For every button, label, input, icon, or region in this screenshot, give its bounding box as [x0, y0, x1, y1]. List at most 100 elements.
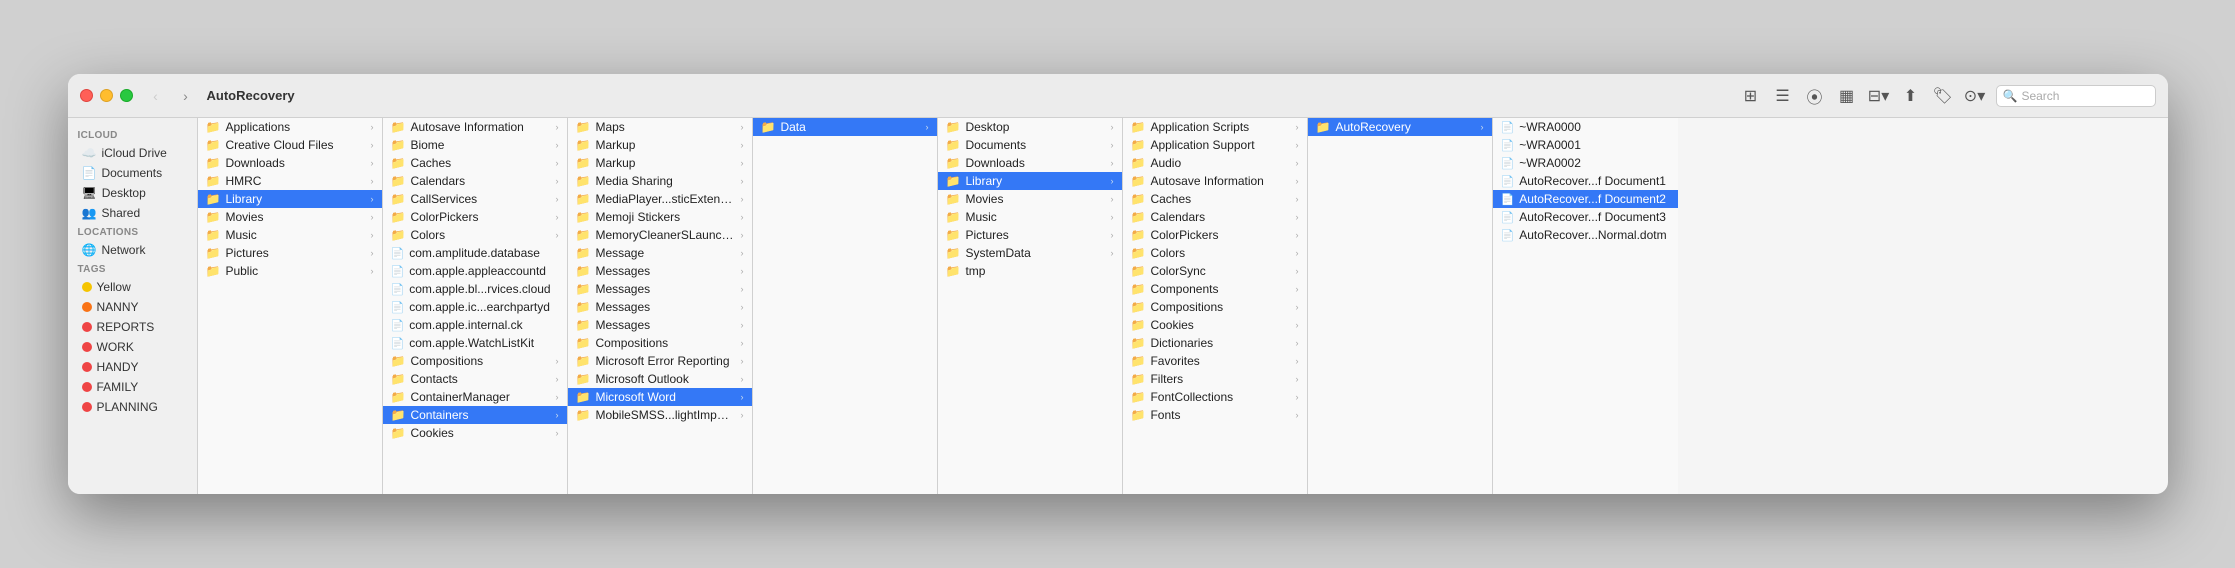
col-item-col8-0[interactable]: 📄~WRA0000: [1493, 118, 1678, 136]
col-item-col2-2[interactable]: 📁Caches›: [383, 154, 567, 172]
col-item-col5-7[interactable]: 📁SystemData›: [938, 244, 1122, 262]
close-button[interactable]: [80, 89, 93, 102]
col-item-col6-9[interactable]: 📁Components›: [1123, 280, 1307, 298]
col-item-col6-0[interactable]: 📁Application Scripts›: [1123, 118, 1307, 136]
col-item-col5-2[interactable]: 📁Downloads›: [938, 154, 1122, 172]
col-item-col2-12[interactable]: 📄com.apple.WatchListKit: [383, 334, 567, 352]
col-item-col3-16[interactable]: 📁MobileSMSS...lightImporter›: [568, 406, 752, 424]
col-item-col6-5[interactable]: 📁Calendars›: [1123, 208, 1307, 226]
icon-view-button[interactable]: ⊞: [1740, 85, 1762, 107]
col-item-col3-5[interactable]: 📁Memoji Stickers›: [568, 208, 752, 226]
col-item-col2-8[interactable]: 📄com.apple.appleaccountd: [383, 262, 567, 280]
col-item-col3-8[interactable]: 📁Messages›: [568, 262, 752, 280]
col-item-col5-6[interactable]: 📁Pictures›: [938, 226, 1122, 244]
col-item-col8-5[interactable]: 📄AutoRecover...f Document3: [1493, 208, 1678, 226]
sidebar-item-tag-work[interactable]: WORK: [72, 337, 193, 357]
col-item-col2-4[interactable]: 📁CallServices›: [383, 190, 567, 208]
col-item-col2-13[interactable]: 📁Compositions›: [383, 352, 567, 370]
col-item-col1-0[interactable]: 📁Applications›: [198, 118, 382, 136]
col-item-col2-10[interactable]: 📄com.apple.ic...earchpartyd: [383, 298, 567, 316]
col-item-col8-6[interactable]: 📄AutoRecover...Normal.dotm: [1493, 226, 1678, 244]
more-button[interactable]: ⊙▾: [1964, 85, 1986, 107]
col-item-col2-17[interactable]: 📁Cookies›: [383, 424, 567, 442]
maximize-button[interactable]: [120, 89, 133, 102]
tag-button[interactable]: 🏷: [1932, 85, 1954, 107]
minimize-button[interactable]: [100, 89, 113, 102]
col-item-col6-7[interactable]: 📁Colors›: [1123, 244, 1307, 262]
sidebar-item-shared[interactable]: 👥 Shared: [72, 203, 193, 223]
col-item-col2-1[interactable]: 📁Biome›: [383, 136, 567, 154]
back-button[interactable]: ‹: [143, 86, 169, 106]
col-item-col8-4[interactable]: 📄AutoRecover...f Document2: [1493, 190, 1678, 208]
col-item-col6-3[interactable]: 📁Autosave Information›: [1123, 172, 1307, 190]
sidebar-item-tag-reports[interactable]: REPORTS: [72, 317, 193, 337]
col-item-col1-6[interactable]: 📁Music›: [198, 226, 382, 244]
col-item-col6-8[interactable]: 📁ColorSync›: [1123, 262, 1307, 280]
col-item-col8-2[interactable]: 📄~WRA0002: [1493, 154, 1678, 172]
forward-button[interactable]: ›: [173, 86, 199, 106]
col-item-col6-12[interactable]: 📁Dictionaries›: [1123, 334, 1307, 352]
sidebar-item-network[interactable]: 🌐 Network: [72, 240, 193, 260]
col-item-col1-5[interactable]: 📁Movies›: [198, 208, 382, 226]
col-item-col2-11[interactable]: 📄com.apple.internal.ck: [383, 316, 567, 334]
col-item-col2-14[interactable]: 📁Contacts›: [383, 370, 567, 388]
col-item-col5-8[interactable]: 📁tmp: [938, 262, 1122, 280]
sidebar-item-tag-planning[interactable]: PLANNING: [72, 397, 193, 417]
col-item-col3-9[interactable]: 📁Messages›: [568, 280, 752, 298]
col-item-col1-2[interactable]: 📁Downloads›: [198, 154, 382, 172]
col-item-col1-8[interactable]: 📁Public›: [198, 262, 382, 280]
col-item-col3-15[interactable]: 📁Microsoft Word›: [568, 388, 752, 406]
col-item-col3-2[interactable]: 📁Markup›: [568, 154, 752, 172]
col-item-col6-2[interactable]: 📁Audio›: [1123, 154, 1307, 172]
col-item-col2-15[interactable]: 📁ContainerManager›: [383, 388, 567, 406]
col-item-col5-3[interactable]: 📁Library›: [938, 172, 1122, 190]
col-item-col3-0[interactable]: 📁Maps›: [568, 118, 752, 136]
column-view-button[interactable]: ⦿: [1804, 85, 1826, 107]
col-item-col3-11[interactable]: 📁Messages›: [568, 316, 752, 334]
col-item-col6-11[interactable]: 📁Cookies›: [1123, 316, 1307, 334]
sidebar-item-icloud-drive[interactable]: ☁️ iCloud Drive: [72, 143, 193, 163]
col-item-col6-6[interactable]: 📁ColorPickers›: [1123, 226, 1307, 244]
sidebar-item-tag-family[interactable]: FAMILY: [72, 377, 193, 397]
col-item-col5-4[interactable]: 📁Movies›: [938, 190, 1122, 208]
col-item-col7-0[interactable]: 📁AutoRecovery›: [1308, 118, 1492, 136]
col-item-col1-3[interactable]: 📁HMRC›: [198, 172, 382, 190]
col-item-col2-6[interactable]: 📁Colors›: [383, 226, 567, 244]
sidebar-item-documents[interactable]: 📄 Documents: [72, 163, 193, 183]
col-item-col6-13[interactable]: 📁Favorites›: [1123, 352, 1307, 370]
col-item-col2-0[interactable]: 📁Autosave Information›: [383, 118, 567, 136]
col-item-col3-4[interactable]: 📁MediaPlayer...sticExtension›: [568, 190, 752, 208]
col-item-col3-7[interactable]: 📁Message›: [568, 244, 752, 262]
col-item-col8-3[interactable]: 📄AutoRecover...f Document1: [1493, 172, 1678, 190]
sidebar-item-tag-nanny[interactable]: NANNY: [72, 297, 193, 317]
col-item-col2-5[interactable]: 📁ColorPickers›: [383, 208, 567, 226]
col-item-col3-3[interactable]: 📁Media Sharing›: [568, 172, 752, 190]
col-item-col2-9[interactable]: 📄com.apple.bl...rvices.cloud: [383, 280, 567, 298]
col-item-col3-12[interactable]: 📁Compositions›: [568, 334, 752, 352]
list-view-button[interactable]: ☰: [1772, 85, 1794, 107]
sidebar-item-desktop[interactable]: 🖥 Desktop: [72, 183, 193, 203]
col-item-col3-1[interactable]: 📁Markup›: [568, 136, 752, 154]
col-item-col5-0[interactable]: 📁Desktop›: [938, 118, 1122, 136]
sidebar-item-tag-handy[interactable]: HANDY: [72, 357, 193, 377]
col-item-col6-1[interactable]: 📁Application Support›: [1123, 136, 1307, 154]
col-item-col6-4[interactable]: 📁Caches›: [1123, 190, 1307, 208]
col-item-col1-7[interactable]: 📁Pictures›: [198, 244, 382, 262]
col-item-col6-10[interactable]: 📁Compositions›: [1123, 298, 1307, 316]
col-item-col3-10[interactable]: 📁Messages›: [568, 298, 752, 316]
col-item-col4-0[interactable]: 📁Data›: [753, 118, 937, 136]
sort-button[interactable]: ⊟▾: [1868, 85, 1890, 107]
col-item-col3-14[interactable]: 📁Microsoft Outlook›: [568, 370, 752, 388]
col-item-col2-16[interactable]: 📁Containers›: [383, 406, 567, 424]
col-item-col3-13[interactable]: 📁Microsoft Error Reporting›: [568, 352, 752, 370]
col-item-col2-7[interactable]: 📄com.amplitude.database: [383, 244, 567, 262]
col-item-col6-14[interactable]: 📁Filters›: [1123, 370, 1307, 388]
col-item-col8-1[interactable]: 📄~WRA0001: [1493, 136, 1678, 154]
sidebar-item-tag-yellow[interactable]: Yellow: [72, 277, 193, 297]
search-box[interactable]: 🔍 Search: [1996, 85, 2156, 107]
col-item-col6-15[interactable]: 📁FontCollections›: [1123, 388, 1307, 406]
col-item-col2-3[interactable]: 📁Calendars›: [383, 172, 567, 190]
col-item-col5-1[interactable]: 📁Documents›: [938, 136, 1122, 154]
share-button[interactable]: ⬆: [1900, 85, 1922, 107]
col-item-col3-6[interactable]: 📁MemoryCleanerSLauncher›: [568, 226, 752, 244]
